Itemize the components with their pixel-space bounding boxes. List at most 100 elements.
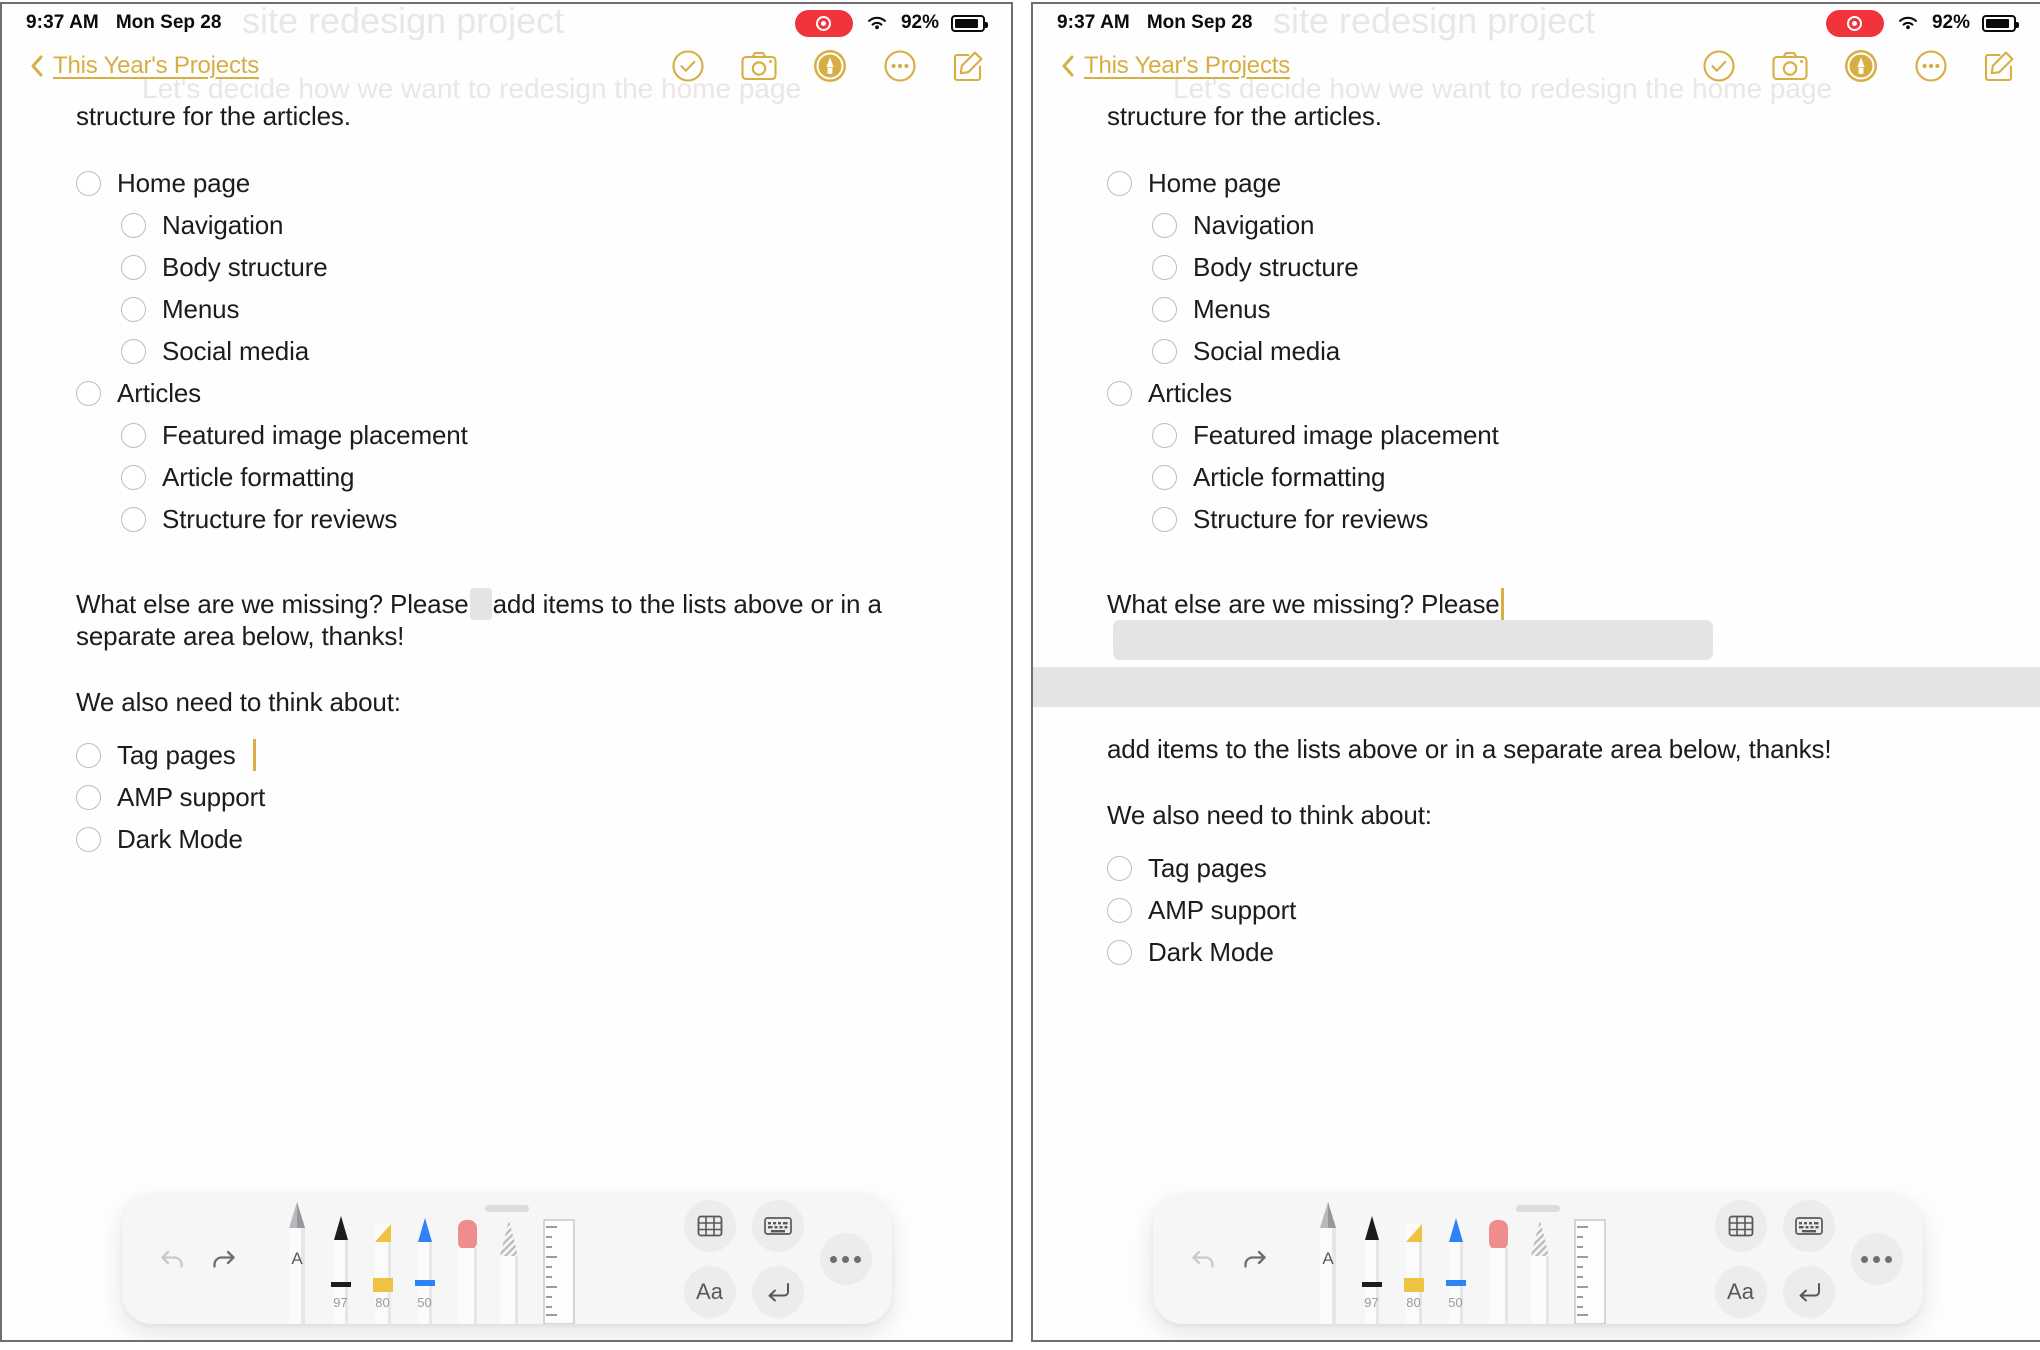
table-button[interactable] <box>683 1200 736 1252</box>
list-item[interactable]: Article formatting <box>1107 456 1998 498</box>
check-circle-icon[interactable] <box>1702 49 1736 83</box>
list-item[interactable]: Body structure <box>76 246 967 288</box>
redo-button[interactable] <box>1229 1234 1279 1284</box>
checkbox-circle-icon[interactable] <box>76 380 101 406</box>
prompt-paragraph[interactable]: What else are we missing? Please <box>1107 588 1998 660</box>
text-style-button[interactable]: Aa <box>683 1266 736 1318</box>
ruler-tool[interactable] <box>1561 1194 1615 1324</box>
checkbox-circle-icon[interactable] <box>121 296 146 322</box>
prompt-paragraph[interactable]: What else are we missing? Please add item… <box>76 588 967 652</box>
checkbox-circle-icon[interactable] <box>121 212 146 238</box>
list-item[interactable]: Navigation <box>76 204 967 246</box>
scribble-space-line-1[interactable] <box>1113 620 1713 660</box>
keyboard-button[interactable] <box>1782 1200 1835 1252</box>
checkbox-circle-icon[interactable] <box>1152 338 1177 364</box>
toolbar-more-button[interactable] <box>819 1233 872 1285</box>
markup-pen-circle-icon[interactable] <box>813 49 847 83</box>
checkbox-circle-icon[interactable] <box>76 170 101 196</box>
checkbox-circle-icon[interactable] <box>1152 296 1177 322</box>
list-item[interactable]: AMP support <box>1107 889 1998 931</box>
camera-icon[interactable] <box>741 51 777 81</box>
list-item[interactable]: Social media <box>1107 330 1998 372</box>
note-body[interactable]: structure for the articles. Home page Na… <box>2 90 1011 860</box>
list-item[interactable]: Home page <box>76 162 967 204</box>
checkbox-circle-icon[interactable] <box>1152 506 1177 532</box>
toolbar-more-button[interactable] <box>1850 1233 1903 1285</box>
undo-button[interactable] <box>1179 1234 1229 1284</box>
highlighter-tool[interactable]: 80 <box>1393 1194 1435 1324</box>
checkbox-circle-icon[interactable] <box>76 784 101 810</box>
ellipsis-circle-icon[interactable] <box>1914 49 1948 83</box>
checkbox-circle-icon[interactable] <box>76 826 101 852</box>
checkbox-circle-icon[interactable] <box>121 338 146 364</box>
scribble-insert-highlight[interactable] <box>469 588 492 620</box>
lasso-tool[interactable] <box>1519 1194 1561 1324</box>
checkbox-circle-icon[interactable] <box>121 254 146 280</box>
checkbox-circle-icon[interactable] <box>1107 380 1132 406</box>
scribble-pen-tool[interactable]: A <box>1305 1194 1351 1324</box>
list-item[interactable]: AMP support <box>76 776 967 818</box>
list-item[interactable]: Structure for reviews <box>76 498 967 540</box>
checkbox-circle-icon[interactable] <box>1107 939 1132 965</box>
checkbox-circle-icon[interactable] <box>1107 855 1132 881</box>
back-button[interactable]: This Year's Projects <box>30 52 259 80</box>
list-item[interactable]: Featured image placement <box>76 414 967 456</box>
list-item[interactable]: Structure for reviews <box>1107 498 1998 540</box>
list-item[interactable]: Tag pages <box>76 734 967 776</box>
back-button[interactable]: This Year's Projects <box>1061 52 1290 80</box>
table-button[interactable] <box>1714 1200 1767 1252</box>
pen-tool[interactable]: 50 <box>1435 1194 1477 1324</box>
scribble-space-line-2[interactable] <box>1033 667 2040 707</box>
list-item[interactable]: Article formatting <box>76 456 967 498</box>
checkbox-circle-icon[interactable] <box>1152 254 1177 280</box>
list-item[interactable]: Tag pages <box>1107 847 1998 889</box>
list-item[interactable]: Social media <box>76 330 967 372</box>
checkbox-circle-icon[interactable] <box>76 742 101 768</box>
lasso-tool[interactable] <box>488 1194 530 1324</box>
list-item[interactable]: Menus <box>76 288 967 330</box>
list-item[interactable]: Body structure <box>1107 246 1998 288</box>
ellipsis-circle-icon[interactable] <box>883 49 917 83</box>
list-item[interactable]: Articles <box>76 372 967 414</box>
highlighter-tool[interactable]: 80 <box>362 1194 404 1324</box>
return-button[interactable] <box>1782 1266 1835 1318</box>
keyboard-button[interactable] <box>751 1200 804 1252</box>
scribble-pen-tool[interactable]: A <box>274 1194 320 1324</box>
redo-button[interactable] <box>198 1234 248 1284</box>
pencil-tool[interactable]: 97 <box>320 1194 362 1324</box>
note-body[interactable]: structure for the articles. Home page Na… <box>1033 90 2040 973</box>
check-circle-icon[interactable] <box>671 49 705 83</box>
compose-icon[interactable] <box>953 50 985 82</box>
list-item[interactable]: Navigation <box>1107 204 1998 246</box>
ruler-tool[interactable] <box>530 1194 584 1324</box>
undo-button[interactable] <box>148 1234 198 1284</box>
checkbox-circle-icon[interactable] <box>1152 422 1177 448</box>
drawing-toolbar[interactable]: A 97 80 50 Aa <box>121 1194 892 1324</box>
checkbox-circle-icon[interactable] <box>1152 212 1177 238</box>
markup-pen-circle-icon[interactable] <box>1844 49 1878 83</box>
camera-icon[interactable] <box>1772 51 1808 81</box>
checkbox-circle-icon[interactable] <box>121 464 146 490</box>
list-item[interactable]: Home page <box>1107 162 1998 204</box>
list-item[interactable]: Menus <box>1107 288 1998 330</box>
checkbox-circle-icon[interactable] <box>1107 897 1132 923</box>
checkbox-circle-icon[interactable] <box>121 506 146 532</box>
eraser-tool[interactable] <box>1477 1194 1519 1324</box>
list-item[interactable]: Featured image placement <box>1107 414 1998 456</box>
eraser-tool[interactable] <box>446 1194 488 1324</box>
screen-recording-indicator-icon[interactable] <box>794 9 853 37</box>
compose-icon[interactable] <box>1984 50 2016 82</box>
battery-icon <box>951 14 988 32</box>
drawing-toolbar[interactable]: A 97 80 50 Aa <box>1152 1194 1923 1324</box>
checkbox-circle-icon[interactable] <box>121 422 146 448</box>
checkbox-circle-icon[interactable] <box>1152 464 1177 490</box>
list-item[interactable]: Dark Mode <box>76 818 967 860</box>
text-style-button[interactable]: Aa <box>1714 1266 1767 1318</box>
list-item[interactable]: Dark Mode <box>1107 931 1998 973</box>
screen-recording-indicator-icon[interactable] <box>1825 9 1884 37</box>
return-button[interactable] <box>751 1266 804 1318</box>
checkbox-circle-icon[interactable] <box>1107 170 1132 196</box>
list-item[interactable]: Articles <box>1107 372 1998 414</box>
pencil-tool[interactable]: 97 <box>1351 1194 1393 1324</box>
pen-tool[interactable]: 50 <box>404 1194 446 1324</box>
